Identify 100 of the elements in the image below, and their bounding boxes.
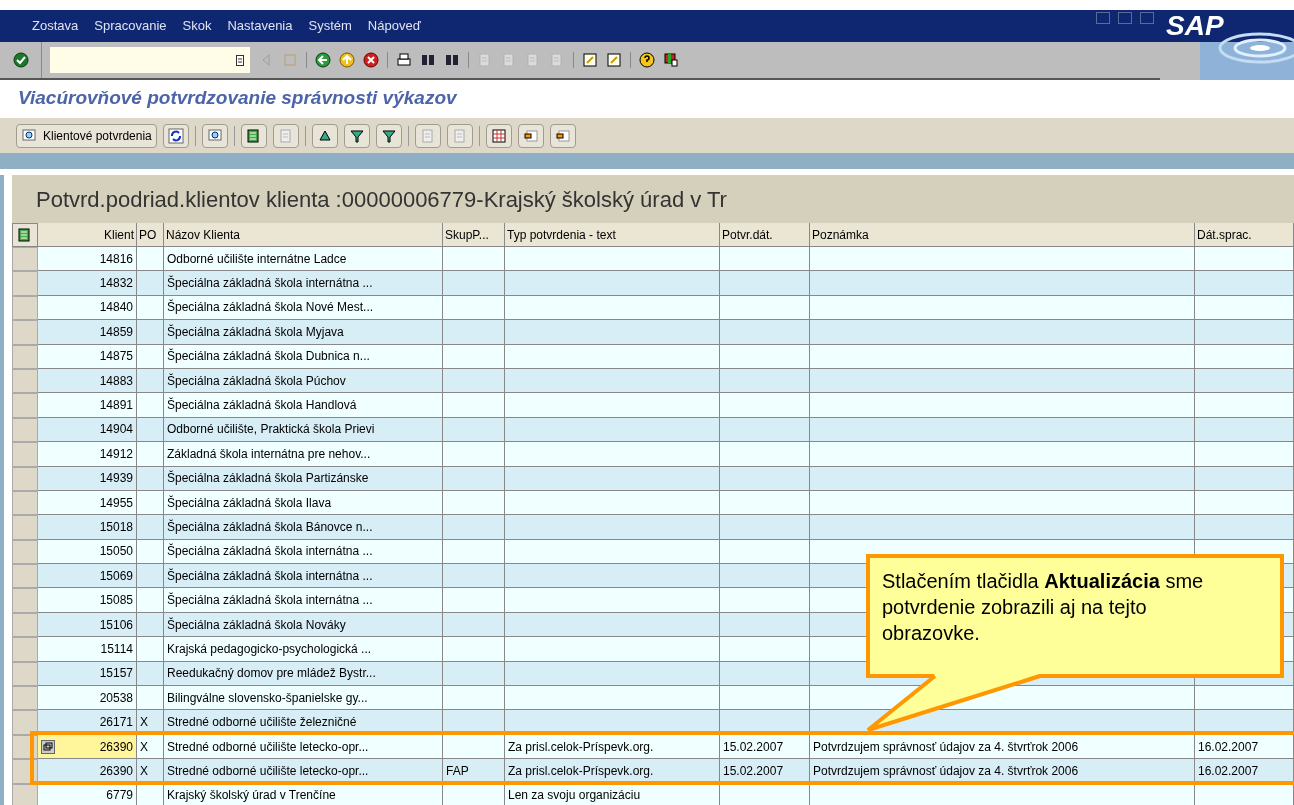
row-selector[interactable]	[12, 783, 38, 805]
row-selector[interactable]	[12, 271, 38, 296]
row-selector[interactable]	[12, 320, 38, 345]
confirm-icon[interactable]	[12, 52, 29, 68]
row-selector[interactable]	[12, 588, 38, 613]
menu-item[interactable]: Nastavenia	[227, 16, 293, 36]
name-cell-text: Špeciálna základná škola internátna ...	[166, 542, 374, 561]
sort-button[interactable]	[311, 123, 338, 148]
client-cell: 26390	[38, 734, 136, 759]
details-icon[interactable]	[206, 127, 223, 144]
column-header[interactable]: Názov Klienta	[164, 223, 443, 247]
menu-item[interactable]: Systém	[308, 16, 352, 36]
screen-title: Viacúrovňové potvrdzovanie správnosti výkazov	[17, 86, 459, 111]
layout-button[interactable]	[517, 123, 544, 148]
column-header[interactable]: SkupP...	[443, 223, 505, 247]
details-button[interactable]	[201, 123, 228, 148]
select-all-icon[interactable]	[17, 227, 33, 243]
command-field[interactable]	[50, 47, 250, 73]
column-header[interactable]: Dát.sprac.	[1195, 223, 1294, 247]
flag-cell-text: X	[139, 714, 149, 732]
grid-button[interactable]	[485, 123, 512, 148]
page-icon[interactable]	[277, 127, 294, 144]
exit-icon[interactable]	[339, 52, 355, 68]
export-button[interactable]	[446, 123, 473, 148]
client-confirmations-button[interactable]: Klientové potvrdenia	[16, 123, 157, 148]
client-cell-text: 14832	[98, 275, 134, 293]
page-icon[interactable]	[525, 52, 541, 68]
column-header[interactable]: PO	[137, 223, 164, 247]
client-cell-text: 14891	[98, 397, 134, 415]
group-cell-text: FAP	[445, 762, 470, 780]
name-cell-text: Špeciálna základná škola Partizánske	[166, 469, 370, 488]
filter-button[interactable]	[375, 123, 402, 148]
row-selector[interactable]	[12, 417, 38, 443]
date-cell-text: 16.02.2007	[1197, 738, 1260, 756]
column-header[interactable]: Klient	[38, 223, 137, 247]
grid-icon[interactable]	[490, 127, 507, 144]
name-cell-text: Stredné odborné učilište železničné	[166, 714, 358, 732]
client-cell-text: 15018	[98, 519, 134, 536]
row-selector[interactable]	[12, 515, 38, 540]
client-cell-text: 26171	[98, 714, 134, 732]
page-icon[interactable]	[477, 52, 493, 68]
row-selector[interactable]	[12, 442, 38, 467]
column-header[interactable]: Poznámka	[810, 223, 1195, 247]
sap-logo: SAP	[1166, 12, 1224, 40]
back-icon[interactable]	[315, 52, 331, 68]
name-cell-text: Špeciálna základná škola Handlová	[166, 396, 358, 415]
client-cell-text: 14840	[98, 299, 134, 317]
layout-button[interactable]	[549, 123, 576, 148]
row-selector[interactable]	[12, 539, 38, 565]
filter-icon[interactable]	[348, 127, 365, 144]
row-selector[interactable]	[12, 368, 38, 394]
save-icon[interactable]	[282, 52, 298, 68]
row-selector[interactable]	[12, 490, 38, 516]
date-cell-text: 15.02.2007	[722, 738, 785, 756]
page-icon[interactable]	[549, 52, 565, 68]
list-icon[interactable]	[245, 127, 262, 144]
row-selector[interactable]	[12, 466, 38, 491]
print-icon[interactable]	[396, 52, 412, 68]
type-cell-text: Za prisl.celok-Príspevk.org.	[507, 738, 655, 756]
help-icon[interactable]	[639, 52, 655, 68]
name-cell-text: Špeciálna základná škola internátna ...	[166, 567, 374, 585]
row-selector[interactable]	[12, 295, 38, 321]
row-selector[interactable]	[12, 564, 38, 589]
name-cell-text: Špeciálna základná škola internátna ...	[166, 591, 374, 610]
layout-icon[interactable]	[663, 52, 679, 68]
row-selector[interactable]	[12, 686, 38, 711]
row-selector[interactable]	[12, 637, 38, 662]
client-cell-text: 20538	[98, 689, 134, 707]
filter-button[interactable]	[343, 123, 370, 148]
row-selector[interactable]	[12, 393, 38, 418]
cancel-icon[interactable]	[363, 52, 379, 68]
menu-item[interactable]: Skok	[182, 16, 212, 36]
client-cell-text: 15106	[98, 616, 134, 634]
client-cell-text: 14816	[98, 250, 134, 268]
name-cell-text: Špeciálna základná škola Nováky	[166, 616, 347, 634]
client-cell-text: 14883	[98, 372, 134, 390]
export-button[interactable]	[414, 123, 441, 148]
filter-icon[interactable]	[380, 127, 397, 144]
row-selector[interactable]	[12, 344, 38, 369]
column-header[interactable]: Potvr.dát.	[720, 223, 810, 247]
menu-item[interactable]: Zostava	[32, 16, 79, 36]
name-cell-text: Špeciálna základná škola Púchov	[166, 372, 347, 390]
form-icon[interactable]	[21, 127, 37, 144]
layout-icon[interactable]	[522, 127, 539, 144]
list-button[interactable]	[240, 123, 267, 148]
menu-item[interactable]: Spracovanie	[94, 16, 167, 36]
client-cell-text: 6779	[105, 787, 134, 805]
column-header[interactable]: Typ potvrdenia - text	[505, 223, 720, 247]
export-icon[interactable]	[419, 127, 436, 144]
row-selector[interactable]	[12, 661, 38, 687]
row-selector[interactable]	[12, 612, 38, 638]
refresh-button[interactable]	[162, 123, 189, 148]
grid-title: Potvrd.podriad.klientov klienta :00000006779-Krajský školský úrad v Tr	[12, 175, 1294, 223]
page-icon[interactable]	[501, 52, 517, 68]
export-icon[interactable]	[451, 127, 468, 144]
flag-cell-text: X	[139, 762, 149, 780]
layout-icon[interactable]	[554, 127, 571, 144]
refresh-icon[interactable]	[167, 127, 184, 144]
menu-item[interactable]: Nápoveď	[367, 16, 421, 36]
page-button[interactable]	[272, 123, 299, 148]
